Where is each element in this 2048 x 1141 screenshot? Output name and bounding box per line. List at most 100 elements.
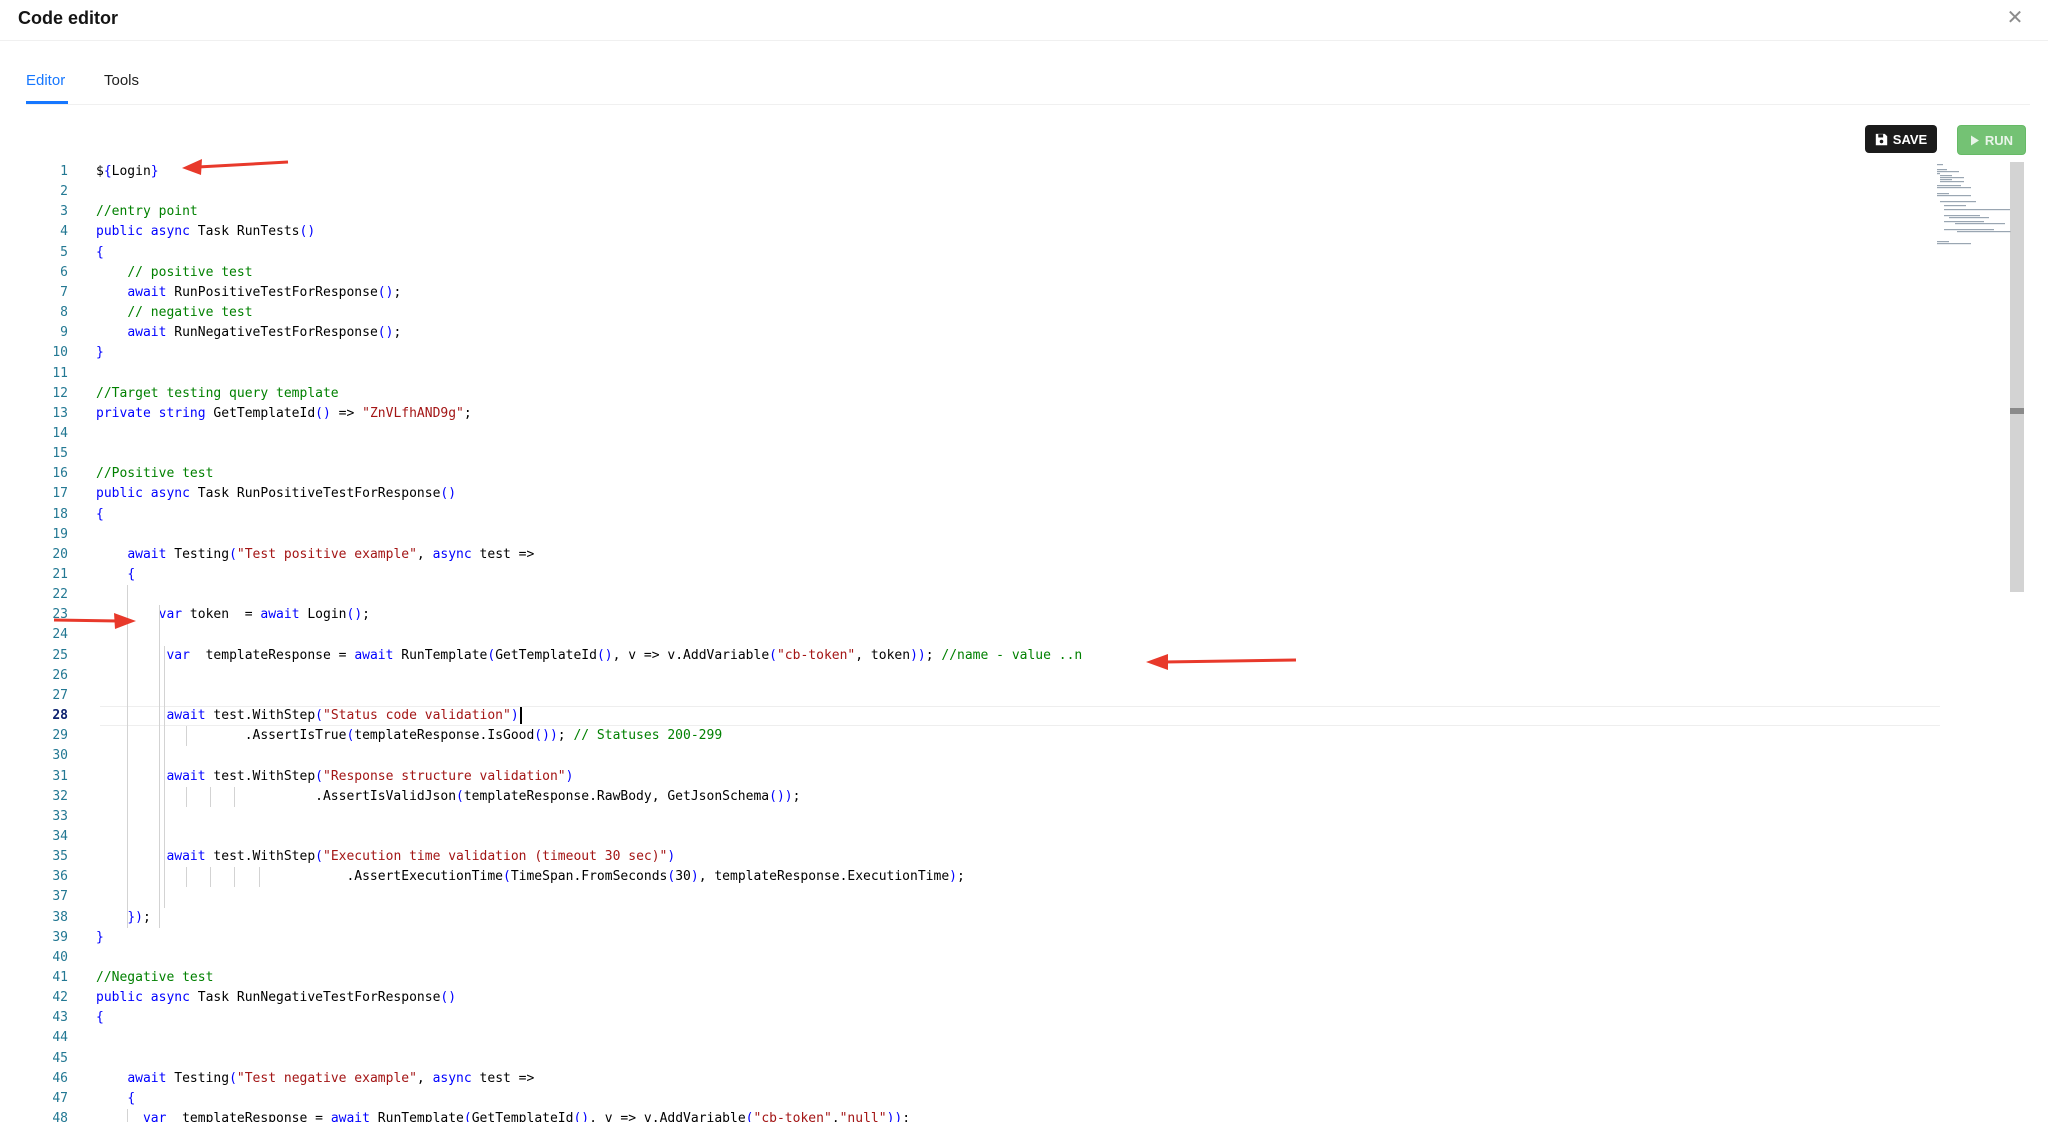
line-number: 38	[52, 909, 68, 925]
code-line[interactable]: 10}	[40, 343, 1940, 363]
code-line[interactable]: 2	[40, 182, 1940, 202]
code-line[interactable]: 36 .AssertExecutionTime(TimeSpan.FromSec…	[40, 867, 1940, 887]
code-text: await test.WithStep("Execution time vali…	[166, 849, 676, 865]
code-line[interactable]: 26	[40, 666, 1940, 686]
line-number: 25	[52, 647, 68, 663]
code-line[interactable]: 43 {	[40, 1008, 1940, 1028]
tab-editor[interactable]: Editor	[26, 72, 65, 89]
code-line[interactable]: 19	[40, 525, 1940, 545]
code-editor[interactable]: 1 ${Login} 2 3 //entry point 4 public async Ta…	[40, 162, 1940, 1122]
code-text: var templateResponse = await RunTemplate…	[166, 647, 1083, 663]
code-text: await test.WithStep("Response structure …	[166, 768, 574, 784]
code-line[interactable]: 37	[40, 887, 1940, 907]
code-text: public async Task RunTests()	[96, 224, 316, 240]
code-line[interactable]: 14	[40, 424, 1940, 444]
save-button[interactable]: SAVE	[1865, 125, 1937, 153]
code-line[interactable]: 33	[40, 807, 1940, 827]
code-text: {	[96, 244, 104, 260]
code-line[interactable]: 12 //Target testing query template	[40, 384, 1940, 404]
code-text: await Testing("Test positive example", a…	[127, 546, 535, 562]
code-line[interactable]: 45	[40, 1049, 1940, 1069]
line-number: 17	[52, 486, 68, 502]
line-number: 45	[52, 1050, 68, 1066]
code-line[interactable]: 4 public async Task RunTests()	[40, 222, 1940, 242]
line-number: 22	[52, 587, 68, 603]
code-line[interactable]: 5{	[40, 243, 1940, 263]
tab-tools[interactable]: Tools	[104, 72, 139, 89]
code-line[interactable]: 15	[40, 444, 1940, 464]
line-number: 27	[52, 687, 68, 703]
code-line[interactable]: 11	[40, 364, 1940, 384]
line-number: 41	[52, 970, 68, 985]
code-line[interactable]: 48 var templateResponse = await RunTempl…	[40, 1109, 1940, 1122]
code-line[interactable]: 3 //entry point	[40, 202, 1940, 222]
minimap[interactable]	[1935, 160, 2011, 250]
code-text: {	[127, 567, 136, 582]
code-text: //Negative test	[96, 970, 214, 985]
code-line[interactable]: 39}	[40, 928, 1940, 948]
code-text: //Positive test	[96, 466, 214, 482]
code-line[interactable]: 20 await Testing("Test positive example"…	[40, 545, 1940, 565]
line-number: 2	[60, 184, 68, 200]
code-line[interactable]: 44	[40, 1028, 1940, 1048]
code-line[interactable]: 47 {	[40, 1089, 1940, 1109]
code-line[interactable]: 18 {	[40, 505, 1940, 525]
line-number: 29	[52, 728, 68, 744]
code-line[interactable]: 22	[40, 585, 1940, 605]
code-line[interactable]: 40	[40, 948, 1940, 968]
code-line[interactable]: 30	[40, 746, 1940, 766]
line-number: 19	[52, 526, 68, 542]
code-text: var templateResponse = await RunTemplate…	[142, 1111, 911, 1122]
code-line[interactable]: 6 // positive test	[40, 263, 1940, 283]
code-line[interactable]: 42 public async Task RunNegativeTestForRe…	[40, 988, 1940, 1008]
code-line[interactable]: 38 });	[40, 908, 1940, 928]
indent-guide	[234, 786, 236, 807]
line-number: 3	[60, 204, 68, 220]
code-line[interactable]: 34	[40, 827, 1940, 847]
line-number: 26	[52, 667, 68, 683]
line-number: 37	[52, 889, 68, 905]
close-icon[interactable]: ✕	[2004, 7, 2026, 29]
code-line[interactable]: 23 var token = await Login();	[40, 605, 1940, 625]
line-number: 35	[52, 849, 68, 865]
code-line[interactable]: 1 ${Login}	[40, 162, 1940, 182]
line-number: 43	[52, 1010, 68, 1026]
code-line[interactable]: 28 await test.WithStep("Status code vali…	[40, 706, 1940, 727]
active-tab-indicator	[26, 101, 68, 104]
vertical-scrollbar[interactable]	[2010, 162, 2024, 592]
code-text: await RunPositiveTestForResponse();	[127, 284, 402, 300]
code-line[interactable]: 24	[40, 625, 1940, 645]
code-line[interactable]: 13 private string GetTemplateId() => "ZnV…	[40, 404, 1940, 424]
line-number: 48	[52, 1111, 68, 1122]
code-line[interactable]: 27	[40, 686, 1940, 706]
code-text: ${Login}	[96, 164, 159, 179]
line-number: 4	[60, 224, 68, 240]
line-number: 20	[52, 546, 68, 562]
line-number: 39	[52, 929, 68, 945]
code-line[interactable]: 25 var templateResponse = await RunTempl…	[40, 646, 1940, 666]
floppy-disk-icon	[1875, 133, 1887, 145]
code-line[interactable]: 8 // negative test	[40, 303, 1940, 323]
code-line[interactable]: 31 await test.WithStep("Response structu…	[40, 767, 1940, 787]
code-line[interactable]: 16 //Positive test	[40, 464, 1940, 484]
line-number: 11	[52, 365, 68, 381]
dialog-header: Code editor ✕	[0, 0, 2048, 41]
code-line[interactable]: 29 .AssertIsTrue(templateResponse.IsGood…	[40, 726, 1940, 746]
code-line[interactable]: 35 await test.WithStep("Execution time v…	[40, 847, 1940, 867]
code-line[interactable]: 41 //Negative test	[40, 968, 1940, 988]
line-number: 46	[52, 1070, 68, 1086]
code-line[interactable]: 7 await RunPositiveTestForResponse();	[40, 283, 1940, 303]
line-number: 32	[52, 788, 68, 804]
code-line[interactable]: 9 await RunNegativeTestForResponse();	[40, 323, 1940, 343]
code-line[interactable]: 46 await Testing("Test negative example"…	[40, 1069, 1940, 1089]
indent-guide	[210, 867, 212, 888]
run-button[interactable]: RUN	[1957, 125, 2026, 155]
code-text: await test.WithStep("Status code validat…	[96, 706, 522, 726]
code-text: }	[96, 345, 104, 361]
code-line[interactable]: 32 .AssertIsValidJson(templateResponse.R…	[40, 787, 1940, 807]
indent-guide	[127, 585, 129, 928]
code-line[interactable]: 17 public async Task RunPositiveTestForRe…	[40, 484, 1940, 504]
line-number: 15	[52, 446, 68, 462]
code-text: // negative test	[127, 305, 253, 321]
code-line[interactable]: 21 {	[40, 565, 1940, 585]
